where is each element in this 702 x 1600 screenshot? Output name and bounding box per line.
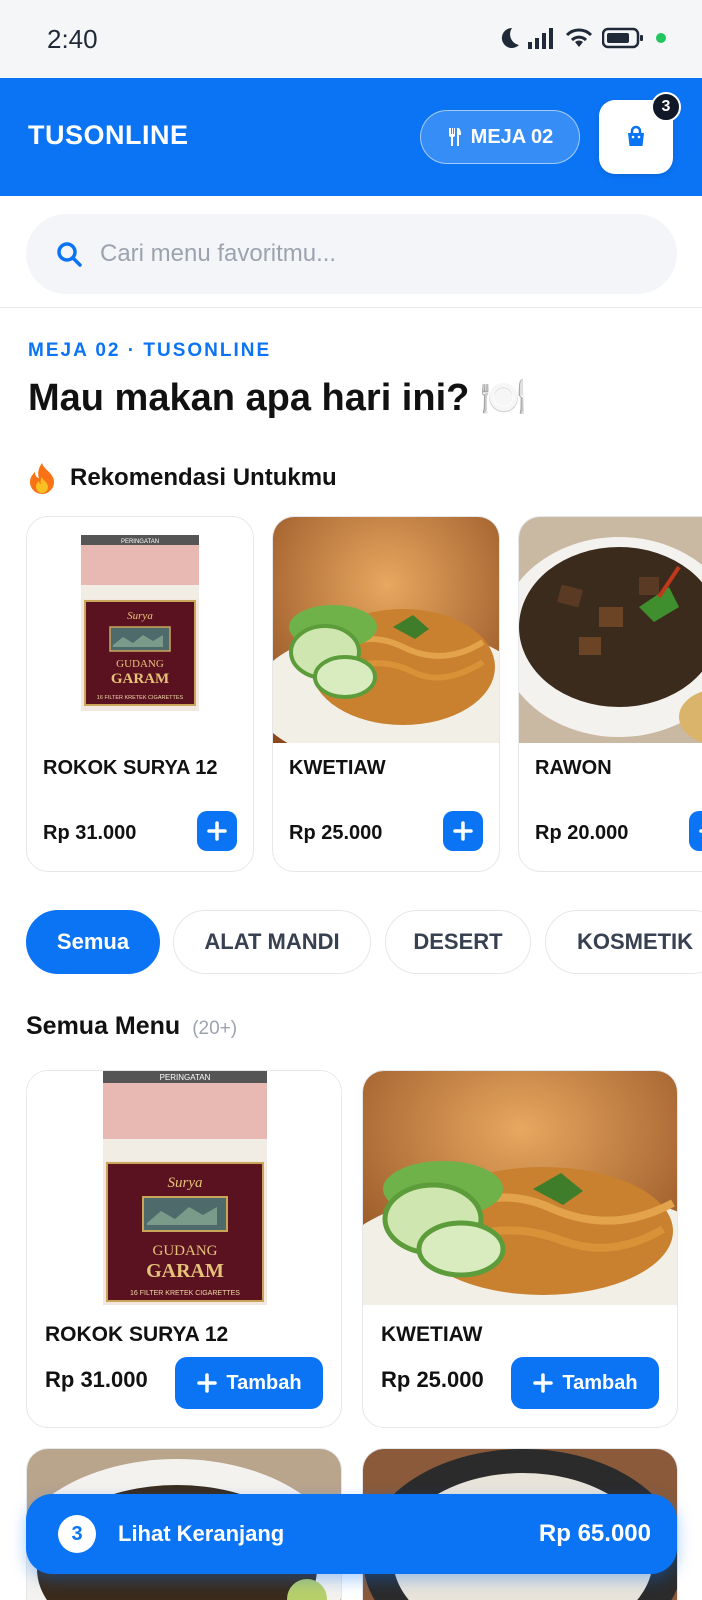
add-button-label: Tambah: [226, 1371, 302, 1394]
category-chip-semua[interactable]: Semua: [26, 910, 160, 974]
menu-card[interactable]: KWETIAW Rp 25.000 Tambah: [362, 1070, 678, 1428]
svg-text:GUDANG: GUDANG: [153, 1243, 218, 1259]
category-chip-kosmetik[interactable]: KOSMETIK: [545, 910, 702, 974]
table-eyebrow: MEJA 02 · TUSONLINE: [28, 340, 272, 361]
app-header: TUSONLINE: [0, 78, 702, 196]
plus-icon: [207, 821, 227, 841]
signal-icon: [528, 28, 553, 49]
svg-text:GARAM: GARAM: [111, 671, 169, 687]
menu-count: (20+): [192, 1018, 238, 1039]
status-time: 2:40: [47, 24, 98, 54]
svg-text:Surya: Surya: [127, 610, 153, 622]
recommendations-header: Rekomendasi Untukmu: [28, 462, 337, 494]
search-icon: [57, 242, 82, 267]
svg-text:Surya: Surya: [168, 1175, 203, 1191]
rec-item-name: ROKOK SURYA 12: [43, 757, 218, 779]
menu-card[interactable]: PERINGATAN Surya GUDANG GARAM 16 FILTER …: [26, 1070, 342, 1428]
rec-item-price: Rp 31.000: [43, 822, 137, 844]
svg-text:16 FILTER KRETEK CIGARETTES: 16 FILTER KRETEK CIGARETTES: [130, 1290, 240, 1297]
utensils-icon: [448, 128, 461, 146]
kwetiaw-image: [273, 517, 499, 743]
rec-item-price: Rp 25.000: [289, 822, 383, 844]
category-chip-alat-mandi[interactable]: ALAT MANDI: [173, 910, 371, 974]
cigarette-pack-image: PERINGATAN Surya GUDANG GARAM 16 FILTER …: [27, 517, 253, 743]
cart-total: Rp 65.000: [538, 1520, 651, 1547]
add-to-cart-button[interactable]: [689, 811, 702, 851]
moon-icon: [501, 27, 519, 48]
shopping-bag-icon: [628, 125, 644, 146]
add-to-cart-button[interactable]: [443, 811, 483, 851]
recommendations-carousel[interactable]: PERINGATAN Surya GUDANG GARAM 16 FILTER …: [0, 516, 702, 874]
rec-card[interactable]: PERINGATAN Surya GUDANG GARAM 16 FILTER …: [26, 516, 254, 872]
recommendations-title: Rekomendasi Untukmu: [70, 464, 337, 491]
brand-title: TUSONLINE: [28, 120, 189, 150]
search-box[interactable]: [26, 214, 677, 294]
rec-card[interactable]: KWETIAW Rp 25.000: [272, 516, 500, 872]
cart-bar-count: 3: [58, 1515, 96, 1553]
svg-text:PERINGATAN: PERINGATAN: [160, 1073, 211, 1082]
battery-icon: [602, 27, 643, 49]
search-section: [0, 196, 702, 308]
menu-item-name: KWETIAW: [381, 1323, 483, 1346]
rec-item-name: KWETIAW: [289, 757, 386, 779]
svg-text:GUDANG: GUDANG: [116, 658, 164, 670]
cart-count-badge: 3: [651, 92, 681, 122]
wifi-icon: [565, 28, 593, 47]
status-icons: [498, 26, 666, 50]
menu-item-price: Rp 25.000: [381, 1367, 484, 1392]
menu-section-header: Semua Menu (20+): [26, 1012, 237, 1041]
menu-item-price: Rp 31.000: [45, 1367, 148, 1392]
rawon-image: [519, 517, 702, 743]
add-button-label: Tambah: [562, 1371, 638, 1394]
svg-text:PERINGATAN: PERINGATAN: [121, 539, 159, 545]
plus-icon: [453, 821, 473, 841]
view-cart-bar[interactable]: 3 Lihat Keranjang Rp 65.000: [26, 1494, 677, 1574]
fire-icon: [30, 463, 54, 494]
add-to-cart-button[interactable]: [197, 811, 237, 851]
plus-icon: [699, 829, 702, 833]
table-label: MEJA 02: [470, 125, 554, 148]
menu-item-name: ROKOK SURYA 12: [45, 1323, 229, 1346]
menu-section-title: Semua Menu: [26, 1012, 181, 1040]
page-title: Mau makan apa hari ini? 🍽️: [28, 377, 528, 419]
status-dot: [656, 33, 666, 43]
plus-icon: [533, 1373, 554, 1393]
add-button[interactable]: Tambah: [511, 1357, 659, 1409]
plus-icon: [197, 1373, 218, 1393]
svg-text:GARAM: GARAM: [146, 1260, 224, 1282]
cigarette-pack-image: PERINGATAN Surya GUDANG GARAM 16 FILTER …: [27, 1071, 341, 1305]
svg-text:16 FILTER KRETEK CIGARETTES: 16 FILTER KRETEK CIGARETTES: [97, 695, 184, 701]
category-chip-desert[interactable]: DESERT: [385, 910, 531, 974]
add-button[interactable]: Tambah: [175, 1357, 323, 1409]
category-tabs[interactable]: Semua ALAT MANDI DESERT KOSMETIK: [0, 910, 702, 974]
rec-item-name: RAWON: [535, 757, 612, 779]
kwetiaw-image: [363, 1071, 677, 1305]
rec-card[interactable]: RAWON Rp 20.000: [518, 516, 702, 872]
view-cart-label: Lihat Keranjang: [118, 1521, 285, 1546]
rec-item-price: Rp 20.000: [535, 822, 629, 844]
search-input[interactable]: [100, 240, 620, 268]
table-indicator-button[interactable]: MEJA 02: [420, 110, 580, 164]
status-bar: 2:40: [0, 0, 702, 78]
